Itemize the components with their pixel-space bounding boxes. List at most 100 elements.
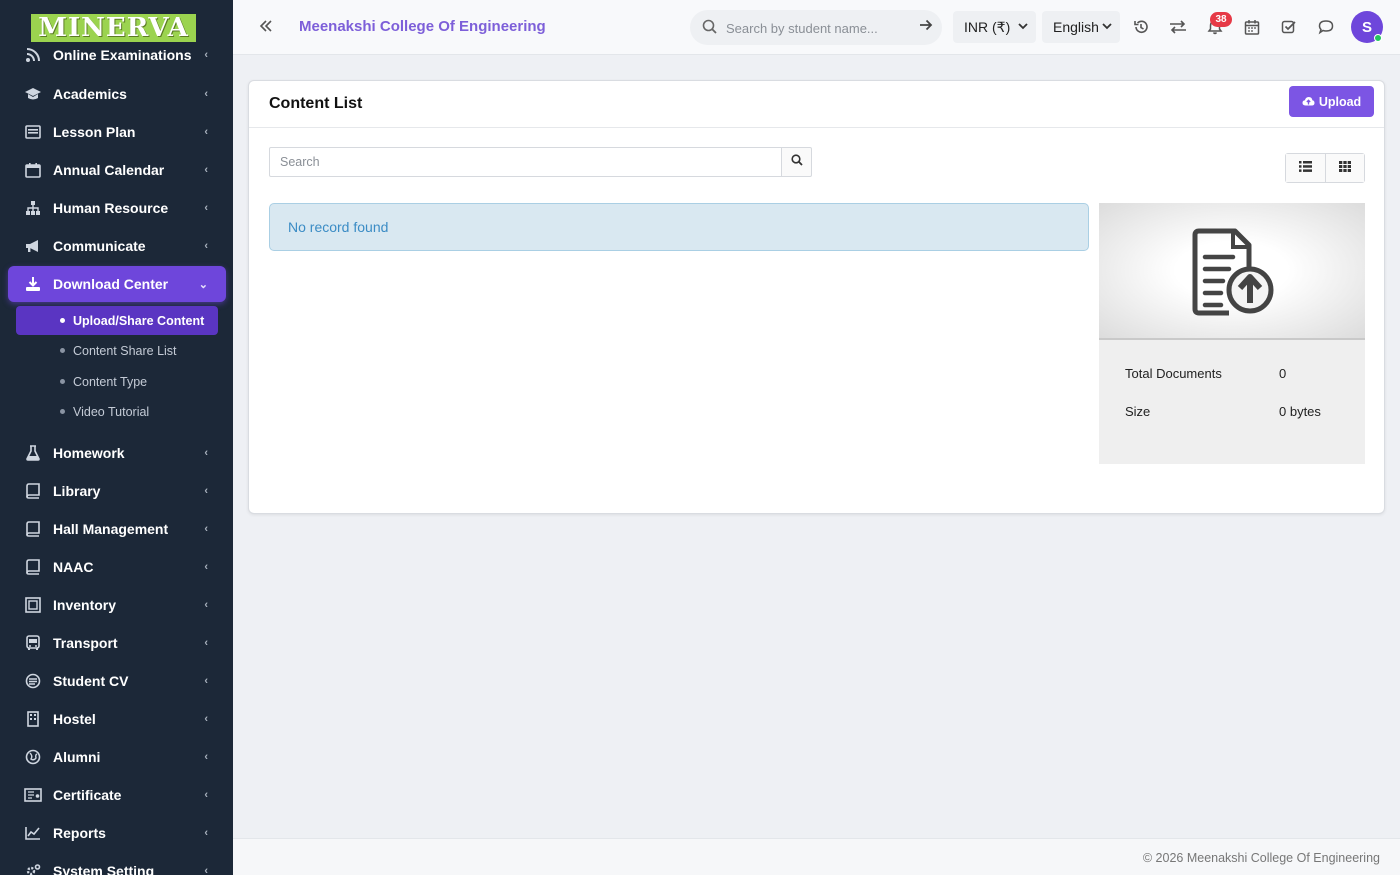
graduation-cap-icon [21, 82, 45, 106]
sidebar-item-label: Human Resource [53, 200, 169, 216]
sidebar-item-student-cv[interactable]: Student CV ‹ [8, 663, 226, 699]
chevron-left-icon: ‹ [204, 485, 208, 497]
sidebar-item-transport[interactable]: Transport ‹ [8, 625, 226, 661]
page-title: Content List [269, 95, 363, 112]
online-status-indicator [1374, 34, 1382, 42]
sidebar-item-label: Communicate [53, 238, 146, 254]
chevron-left-icon: ‹ [204, 49, 208, 61]
gears-icon [21, 859, 45, 875]
sidebar-item-human-resource[interactable]: Human Resource ‹ [8, 190, 226, 226]
sidebar-item-homework[interactable]: Homework ‹ [8, 435, 226, 471]
globe-icon [21, 745, 45, 769]
chevron-left-icon: ‹ [204, 164, 208, 176]
sidebar-item-label: Transport [53, 635, 118, 651]
chevron-left-icon: ‹ [204, 751, 208, 763]
sidebar-item-label: Lesson Plan [53, 124, 136, 140]
sidebar-item-label: Annual Calendar [53, 162, 165, 178]
sidebar-item-library[interactable]: Library ‹ [8, 473, 226, 509]
card-header: Content List Upload [249, 81, 1384, 128]
footer: © 2026 Meenakshi College Of Engineering [233, 838, 1400, 875]
sidebar-item-hostel[interactable]: Hostel ‹ [8, 701, 226, 737]
total-documents-value: 0 [1279, 366, 1287, 381]
search-icon [702, 19, 717, 39]
sidebar-item-lesson-plan[interactable]: Lesson Plan ‹ [8, 114, 226, 150]
currency-value: INR (₹) [964, 18, 1011, 35]
student-search [690, 10, 942, 45]
flask-icon [21, 441, 45, 465]
arrow-right-icon[interactable] [919, 18, 933, 36]
sidebar-item-academics[interactable]: Academics ‹ [8, 76, 226, 112]
view-toggle [1285, 153, 1365, 183]
sidebar-item-label: Online Examinations [53, 47, 192, 63]
sidebar-subitem-content-share-list[interactable]: Content Share List [16, 336, 218, 365]
sidebar-item-annual-calendar[interactable]: Annual Calendar ‹ [8, 152, 226, 188]
chevron-left-icon: ‹ [204, 240, 208, 252]
sidebar-item-label: Hall Management [53, 521, 169, 537]
history-icon[interactable] [1131, 17, 1151, 37]
document-upload-icon [1192, 228, 1274, 316]
sidebar-subitem-upload-share-content[interactable]: Upload/Share Content [16, 306, 218, 335]
language-value: English [1053, 19, 1099, 35]
chevron-left-icon: ‹ [204, 126, 208, 138]
sidebar-item-communicate[interactable]: Communicate ‹ [8, 228, 226, 264]
language-select[interactable]: English [1042, 11, 1120, 43]
task-check-icon[interactable] [1279, 17, 1299, 37]
inventory-icon [21, 593, 45, 617]
document-summary-panel: Total Documents 0 Size 0 bytes [1099, 203, 1365, 464]
sidebar-item-reports[interactable]: Reports ‹ [8, 815, 226, 851]
building-icon [21, 707, 45, 731]
sidebar-item-system-setting[interactable]: System Setting ‹ [8, 853, 226, 875]
student-search-input[interactable] [726, 17, 906, 39]
switch-arrows-icon[interactable] [1168, 17, 1188, 37]
chevron-left-icon: ‹ [204, 202, 208, 214]
sidebar-item-alumni[interactable]: Alumni ‹ [8, 739, 226, 775]
sidebar-item-label: Homework [53, 445, 125, 461]
upload-button-label: Upload [1318, 94, 1362, 109]
chevron-left-icon: ‹ [204, 827, 208, 839]
sidebar-item-label: Inventory [53, 597, 117, 613]
sidebar-item-certificate[interactable]: Certificate ‹ [8, 777, 226, 813]
certificate-icon [21, 783, 45, 807]
content-search-button[interactable] [781, 147, 812, 177]
cloud-upload-icon [1302, 95, 1315, 109]
size-label: Size [1125, 404, 1151, 419]
chevron-left-icon: ‹ [204, 561, 208, 573]
calendar-icon [21, 158, 45, 182]
sidebar-item-label: System Setting [53, 863, 155, 875]
grid-view-icon [1338, 159, 1351, 177]
app-logo[interactable]: MINERVA [31, 14, 196, 42]
sidebar-item-naac[interactable]: NAAC ‹ [8, 549, 226, 585]
chevron-left-icon: ‹ [204, 675, 208, 687]
college-title[interactable]: Meenakshi College Of Engineering [299, 18, 546, 35]
sidebar-item-label: Student CV [53, 673, 129, 689]
chevron-left-icon: ‹ [204, 88, 208, 100]
sidebar-item-label: Download Center [53, 276, 169, 292]
sidebar-subitem-label: Content Share List [73, 343, 177, 358]
collapse-sidebar-button[interactable] [259, 15, 281, 39]
notification-count-badge: 38 [1210, 12, 1232, 27]
list-view-icon [1298, 159, 1312, 177]
top-bar: Meenakshi College Of Engineering INR (₹)… [233, 0, 1400, 55]
sidebar-item-inventory[interactable]: Inventory ‹ [8, 587, 226, 623]
sidebar-subitem-label: Upload/Share Content [73, 313, 205, 328]
currency-select[interactable]: INR (₹) [953, 11, 1036, 43]
chat-icon[interactable] [1316, 17, 1336, 37]
bullhorn-icon [21, 234, 45, 258]
list-view-button[interactable] [1286, 154, 1325, 182]
search-icon [790, 153, 803, 171]
chevron-left-icon: ‹ [204, 637, 208, 649]
bullet-dot-icon [60, 409, 65, 414]
upload-button[interactable]: Upload [1289, 86, 1374, 117]
sidebar-item-hall-management[interactable]: Hall Management ‹ [8, 511, 226, 547]
sidebar-subitem-video-tutorial[interactable]: Video Tutorial [16, 397, 218, 426]
cv-icon [21, 669, 45, 693]
sidebar-subitem-content-type[interactable]: Content Type [16, 367, 218, 396]
size-value: 0 bytes [1279, 404, 1321, 419]
grid-view-button[interactable] [1324, 154, 1364, 182]
content-search-input[interactable] [269, 147, 782, 177]
chevron-left-icon: ‹ [204, 713, 208, 725]
sidebar-item-download-center[interactable]: Download Center ⌄ [8, 266, 226, 302]
bullet-dot-icon [60, 348, 65, 353]
calendar-icon[interactable] [1242, 17, 1262, 37]
bus-icon [21, 631, 45, 655]
